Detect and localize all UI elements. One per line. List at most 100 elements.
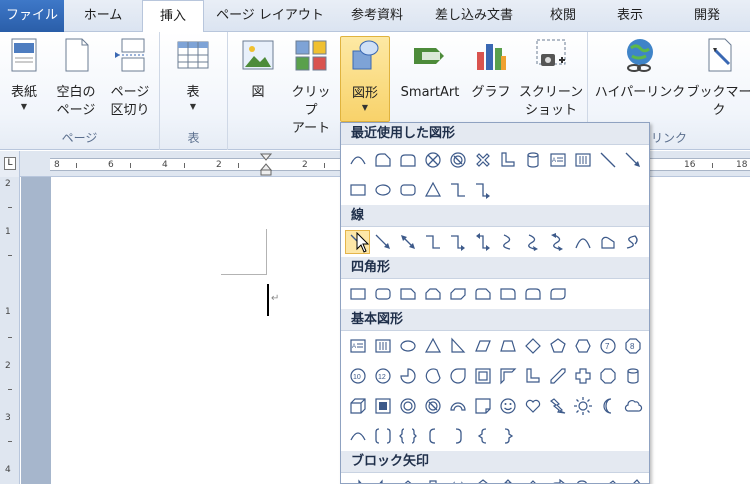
donut-shape-icon[interactable] xyxy=(395,394,420,418)
tab-insert[interactable]: 挿入 xyxy=(142,0,204,33)
bookmark-button[interactable]: ブックマーク xyxy=(686,36,750,120)
rect-shape-icon[interactable] xyxy=(345,178,370,202)
cross-shape-icon[interactable] xyxy=(570,364,595,388)
line-shape-icon[interactable] xyxy=(595,148,620,172)
lightning-shape-icon[interactable] xyxy=(545,394,570,418)
block-arc-shape-icon[interactable] xyxy=(445,394,470,418)
diamond-shape-icon[interactable] xyxy=(520,334,545,358)
tab-selector[interactable]: L xyxy=(0,151,20,177)
right-brace-shape-icon[interactable] xyxy=(495,424,520,448)
tab-developer[interactable]: 開発 xyxy=(664,0,750,32)
textbox-shape-icon[interactable]: A xyxy=(545,148,570,172)
table-button[interactable]: 表 ▼ xyxy=(170,36,216,112)
no-symbol-shape-icon[interactable] xyxy=(420,394,445,418)
double-arrow-shape-icon[interactable] xyxy=(395,230,420,254)
diag-stripe-shape-icon[interactable] xyxy=(545,364,570,388)
sun-shape-icon[interactable] xyxy=(570,394,595,418)
lr-arrow-shape-icon[interactable] xyxy=(445,476,470,483)
textbox-shape-icon[interactable]: A xyxy=(345,334,370,358)
triangle-shape-icon[interactable] xyxy=(420,178,445,202)
can-shape-icon[interactable] xyxy=(520,148,545,172)
u-turn-shape-icon[interactable] xyxy=(570,476,595,483)
down-arrow-shape-icon[interactable] xyxy=(420,476,445,483)
tab-file[interactable]: ファイル xyxy=(0,0,64,32)
vtextbox-shape-icon[interactable] xyxy=(570,148,595,172)
snip-diag-shape-icon[interactable] xyxy=(445,282,470,306)
curved-double-arrow-shape-icon[interactable] xyxy=(545,230,570,254)
tab-page-layout[interactable]: ページ レイアウト xyxy=(204,0,336,32)
right-arrow-shape-icon[interactable] xyxy=(345,476,370,483)
parallelogram-shape-icon[interactable] xyxy=(470,334,495,358)
right-triangle-shape-icon[interactable] xyxy=(445,334,470,358)
lu-arrow-shape-icon[interactable] xyxy=(595,476,620,483)
elbow-shape-icon[interactable] xyxy=(420,230,445,254)
cube-shape-icon[interactable] xyxy=(345,394,370,418)
heart-shape-icon[interactable] xyxy=(520,394,545,418)
indent-marker-icon[interactable] xyxy=(260,153,272,177)
page-break-button[interactable]: ページ 区切り xyxy=(104,36,156,120)
arc-curve-shape-icon[interactable] xyxy=(570,230,595,254)
moon-shape-icon[interactable] xyxy=(595,394,620,418)
l-shape-shape-icon[interactable] xyxy=(520,364,545,388)
tab-mailings[interactable]: 差し込み文書 xyxy=(418,0,530,32)
num7-shape-icon[interactable]: 7 xyxy=(595,334,620,358)
oval-shape-icon[interactable] xyxy=(395,334,420,358)
cloud-shape-icon[interactable] xyxy=(620,394,645,418)
curved-arrow-shape-icon[interactable] xyxy=(520,230,545,254)
vtextbox-shape-icon[interactable] xyxy=(370,334,395,358)
tab-references[interactable]: 参考資料 xyxy=(336,0,418,32)
chord-shape-icon[interactable] xyxy=(420,364,445,388)
num12-shape-icon[interactable]: 12 xyxy=(370,364,395,388)
round-rect-shape-icon[interactable] xyxy=(370,282,395,306)
quad-arrow-shape-icon[interactable] xyxy=(495,476,520,483)
num10-shape-icon[interactable]: 10 xyxy=(345,364,370,388)
round1-shape-icon[interactable] xyxy=(495,282,520,306)
pie-shape-icon[interactable] xyxy=(395,364,420,388)
triangle-shape-icon[interactable] xyxy=(420,334,445,358)
tab-review[interactable]: 校閲 xyxy=(530,0,596,32)
snip-round-shape-icon[interactable] xyxy=(470,282,495,306)
rect-shape-icon[interactable] xyxy=(345,282,370,306)
arc-shape-icon[interactable] xyxy=(345,424,370,448)
left-bracket-shape-icon[interactable] xyxy=(420,424,445,448)
elbow-arrow-shape-icon[interactable] xyxy=(445,230,470,254)
octagon-shape-icon[interactable] xyxy=(595,364,620,388)
arrow-shape-icon[interactable] xyxy=(370,230,395,254)
snip-rect-shape-icon[interactable] xyxy=(395,148,420,172)
round-tri-rect-shape-icon[interactable] xyxy=(370,148,395,172)
arc-shape-icon[interactable] xyxy=(345,148,370,172)
cover-page-button[interactable]: 表紙 ▼ xyxy=(4,36,44,112)
elbow-double-arrow-shape-icon[interactable] xyxy=(470,230,495,254)
screenshot-button[interactable]: スクリーン ショット xyxy=(518,36,584,120)
chart-button[interactable]: グラフ xyxy=(470,36,512,102)
elbow-shape-icon[interactable] xyxy=(445,178,470,202)
snip2-shape-icon[interactable] xyxy=(420,282,445,306)
half-frame-shape-icon[interactable] xyxy=(495,364,520,388)
smiley-shape-icon[interactable] xyxy=(495,394,520,418)
tab-home[interactable]: ホーム xyxy=(64,0,142,32)
teardrop-shape-icon[interactable] xyxy=(445,364,470,388)
folded-shape-icon[interactable] xyxy=(470,394,495,418)
hyperlink-button[interactable]: ハイパーリンク xyxy=(594,36,686,102)
bracket-pair-shape-icon[interactable] xyxy=(370,424,395,448)
right-bracket-shape-icon[interactable] xyxy=(445,424,470,448)
up-arrow-shape-icon[interactable] xyxy=(395,476,420,483)
curve-shape-icon[interactable] xyxy=(495,230,520,254)
left-arrow-shape-icon[interactable] xyxy=(370,476,395,483)
smartart-button[interactable]: SmartArt xyxy=(394,36,466,102)
pentagon-shape-icon[interactable] xyxy=(545,334,570,358)
picture-button[interactable]: 図 xyxy=(236,36,280,102)
bent-arrow-shape-icon[interactable] xyxy=(545,476,570,483)
round-diag-shape-icon[interactable] xyxy=(545,282,570,306)
can-shape-icon[interactable] xyxy=(620,364,645,388)
hexagon-shape-icon[interactable] xyxy=(570,334,595,358)
ud-arrow-shape-icon[interactable] xyxy=(470,476,495,483)
clip-art-button[interactable]: クリップ アート xyxy=(286,36,336,138)
bevel-shape-icon[interactable] xyxy=(370,394,395,418)
freeform-shape-icon[interactable] xyxy=(595,230,620,254)
no-symbol-shape-icon[interactable] xyxy=(445,148,470,172)
left-brace-shape-icon[interactable] xyxy=(470,424,495,448)
round2-shape-icon[interactable] xyxy=(520,282,545,306)
oval-shape-icon[interactable] xyxy=(370,178,395,202)
trapezoid-shape-icon[interactable] xyxy=(495,334,520,358)
